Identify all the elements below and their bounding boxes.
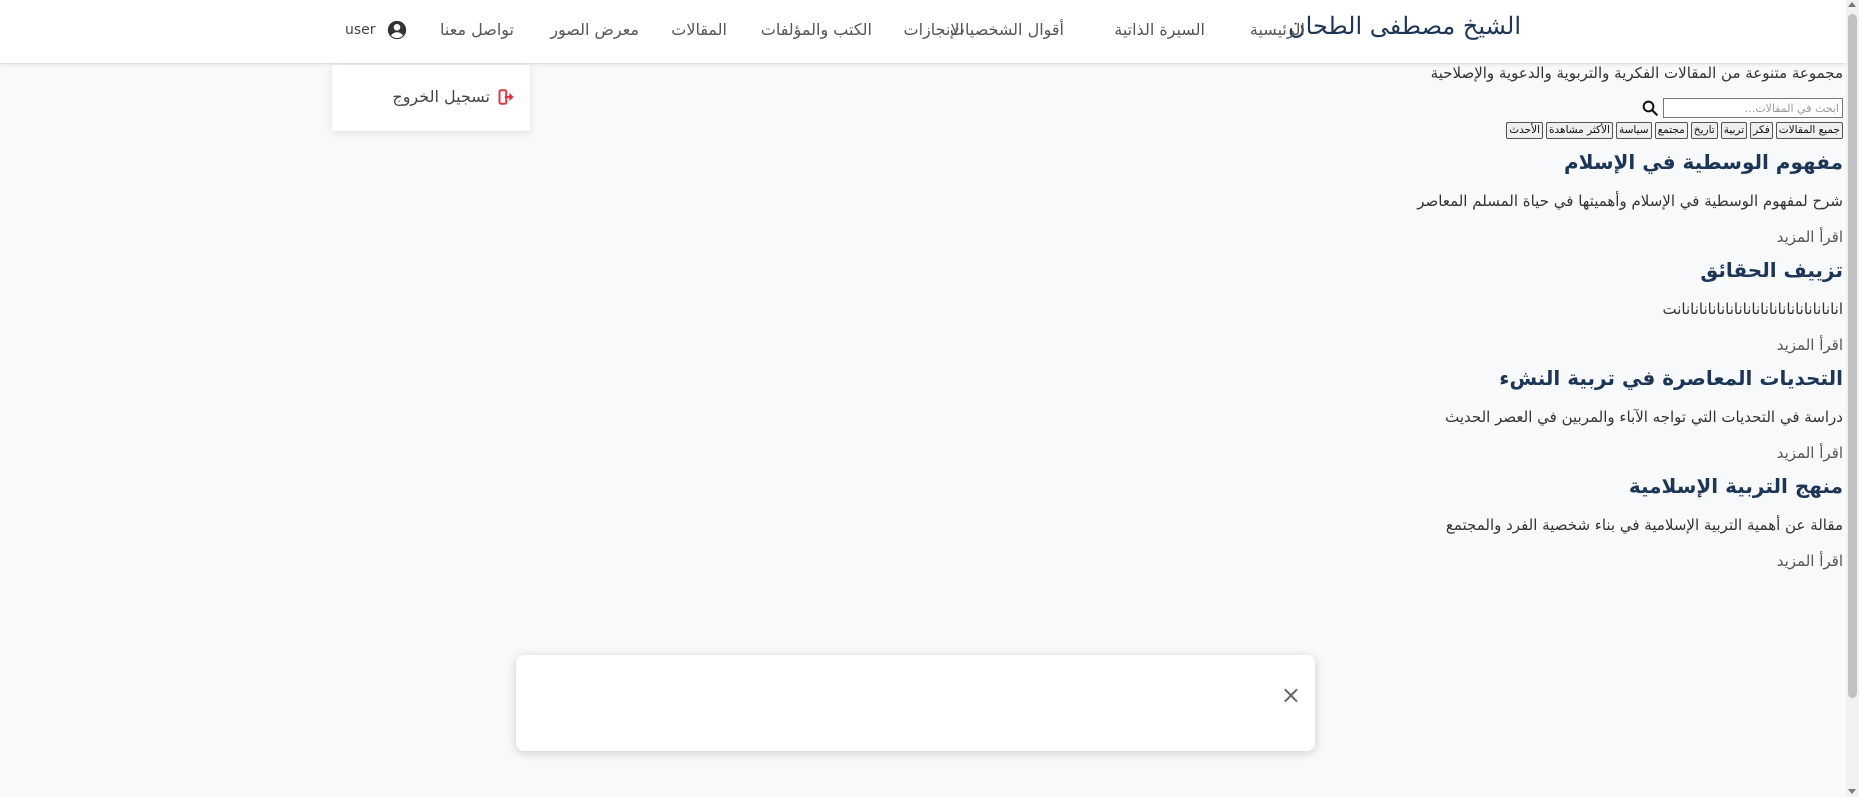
article-title[interactable]: منهج التربية الإسلامية — [343, 473, 1843, 499]
filter-buttons: جميع المقالات فكر تربية تاريخ مجتمع سياس… — [343, 122, 1843, 139]
nav-item-articles[interactable]: المقالات — [671, 20, 727, 39]
article-title[interactable]: تزييف الحقائق — [343, 257, 1843, 283]
filter-education-button[interactable]: تربية — [1720, 122, 1748, 139]
read-more-link[interactable]: اقرأ المزيد — [343, 551, 1843, 571]
article-summary: شرح لمفهوم الوسطية في الإسلام وأهميتها ف… — [1417, 192, 1843, 210]
read-more-link[interactable]: اقرأ المزيد — [343, 227, 1843, 247]
article-summary: انانانانانانانانانانانانانانانانانانانت — [1662, 300, 1843, 318]
page-intro: مجموعة متنوعة من المقالات الفكرية والترب… — [1430, 64, 1843, 82]
article-item: مفهوم الوسطية في الإسلام شرح لمفهوم الوس… — [343, 149, 1843, 247]
search-icon[interactable] — [1641, 99, 1659, 117]
site-brand[interactable]: الشيخ مصطفى الطحان — [1288, 12, 1521, 40]
scroll-down-arrow-icon[interactable] — [1848, 789, 1856, 794]
top-navbar: الشيخ مصطفى الطحان الرئيسية السيرة الذات… — [0, 0, 1859, 64]
article-title[interactable]: مفهوم الوسطية في الإسلام — [343, 149, 1843, 175]
nav-item-gallery[interactable]: معرض الصور — [550, 20, 639, 39]
nav-item-biography[interactable]: السيرة الذاتية — [1114, 20, 1205, 39]
filter-history-button[interactable]: تاريخ — [1690, 122, 1718, 139]
user-label: user — [345, 22, 376, 38]
filter-most-viewed-button[interactable]: الأكثر مشاهدة — [1546, 122, 1613, 139]
article-item: التحديات المعاصرة في تربية النشء دراسة ف… — [343, 365, 1843, 463]
nav-item-achievements[interactable]: الإنجازات — [904, 20, 964, 39]
read-more-link[interactable]: اقرأ المزيد — [343, 335, 1843, 355]
nav-item-home[interactable]: الرئيسية — [1250, 20, 1305, 39]
read-more-link[interactable]: اقرأ المزيد — [343, 443, 1843, 463]
close-icon[interactable]: × — [1281, 683, 1301, 707]
nav-item-contact[interactable]: تواصل معنا — [440, 20, 514, 39]
scroll-up-arrow-icon[interactable] — [1848, 2, 1856, 7]
article-item: منهج التربية الإسلامية مقالة عن أهمية ال… — [343, 473, 1843, 571]
user-menu-toggle[interactable]: user — [345, 18, 408, 42]
notification-modal: × — [516, 655, 1315, 751]
account-circle-icon — [387, 20, 406, 40]
filter-politics-button[interactable]: سياسة — [1615, 122, 1652, 139]
search-bar — [343, 98, 1843, 118]
nav-item-books[interactable]: الكتب والمؤلفات — [761, 20, 872, 39]
search-input[interactable] — [1663, 98, 1843, 118]
nav-item-quotes[interactable]: أقوال الشخصيات — [950, 20, 1064, 39]
article-summary: مقالة عن أهمية التربية الإسلامية في بناء… — [1445, 516, 1843, 534]
articles-content: مجموعة متنوعة من المقالات الفكرية والترب… — [343, 62, 1843, 571]
article-summary: دراسة في التحديات التي تواجه الآباء والم… — [1445, 408, 1843, 426]
filter-all-button[interactable]: جميع المقالات — [1775, 122, 1843, 139]
article-item: تزييف الحقائق انانانانانانانانانانانانان… — [343, 257, 1843, 355]
filter-thought-button[interactable]: فكر — [1750, 122, 1773, 139]
article-title[interactable]: التحديات المعاصرة في تربية النشء — [343, 365, 1843, 391]
filter-newest-button[interactable]: الأحدث — [1506, 122, 1544, 139]
filter-society-button[interactable]: مجتمع — [1654, 122, 1688, 139]
scrollbar-thumb[interactable] — [1848, 14, 1857, 698]
page-scrollbar[interactable] — [1846, 0, 1859, 797]
